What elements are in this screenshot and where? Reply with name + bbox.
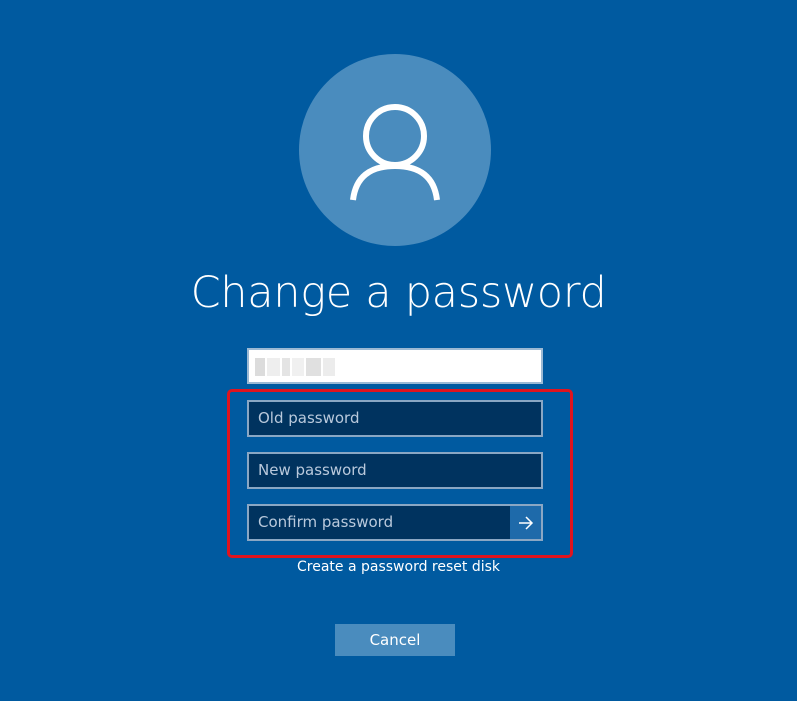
username-field (247, 348, 543, 384)
user-icon (350, 104, 440, 201)
confirm-password-input[interactable]: Confirm password (247, 504, 543, 541)
obscured-username (255, 358, 336, 376)
old-password-placeholder: Old password (258, 409, 360, 427)
old-password-input[interactable]: Old password (247, 400, 543, 437)
new-password-placeholder: New password (258, 461, 367, 479)
password-reset-disk-link[interactable]: Create a password reset disk (0, 557, 797, 577)
cancel-button[interactable]: Cancel (335, 624, 455, 656)
confirm-password-placeholder: Confirm password (258, 513, 394, 531)
arrow-right-icon (518, 515, 533, 530)
user-avatar (299, 54, 491, 246)
page-title: Change a password (190, 268, 607, 318)
submit-button[interactable] (510, 506, 541, 539)
new-password-input[interactable]: New password (247, 452, 543, 489)
